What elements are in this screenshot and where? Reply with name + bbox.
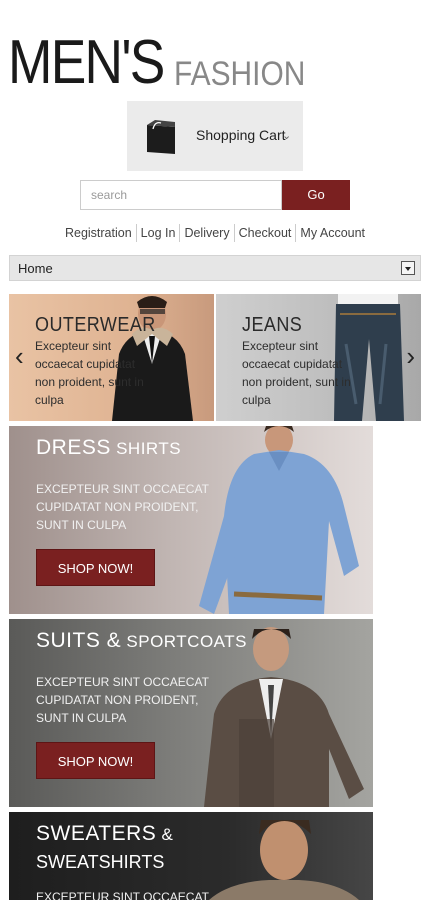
banner-text: Excepteur sint occaecat cupidatat non pr…: [36, 675, 209, 725]
login-link[interactable]: Log In: [135, 224, 180, 242]
banner-title-line2: SWEATSHIRTS: [36, 852, 165, 872]
search-go-button[interactable]: Go: [282, 180, 350, 210]
banner-title-main: SUITS &: [36, 629, 122, 652]
banner-title-sub: SHIRTS: [110, 439, 182, 458]
slide-jeans[interactable]: JEANS Excepteur sint occaecat cupidatat …: [216, 294, 421, 421]
shopping-bag-icon: [147, 120, 175, 154]
search-input[interactable]: [80, 180, 282, 210]
banner-title: SWEATERS &: [36, 822, 173, 846]
category-slider: OUTERWEAR Excepteur sint occaecat cupida…: [9, 294, 421, 421]
shop-now-button[interactable]: SHOP NOW!: [36, 742, 155, 779]
slide-outerwear[interactable]: OUTERWEAR Excepteur sint occaecat cupida…: [9, 294, 214, 421]
model-sweater-image: [209, 820, 359, 900]
banner-text: Excepteur sint occaecat cupidatat non pr…: [36, 482, 209, 532]
banner-title-sub: &: [156, 825, 174, 844]
chevron-right-icon[interactable]: ›: [406, 343, 415, 369]
banner-title: SUITS & SPORTCOATS: [36, 629, 247, 653]
banner-text: Excepteur sint occaecat: [36, 890, 209, 900]
registration-link[interactable]: Registration: [61, 224, 136, 242]
logo-sub-text: FASHION: [174, 55, 306, 93]
slide-text: Excepteur sint occaecat cupidatat non pr…: [242, 339, 351, 407]
navigation-select[interactable]: Home: [9, 255, 421, 281]
banner-title: DRESS SHIRTS: [36, 436, 181, 460]
site-logo[interactable]: MEN'S FASHION: [8, 28, 305, 97]
slide-title: OUTERWEAR: [35, 314, 156, 336]
delivery-link[interactable]: Delivery: [179, 224, 233, 242]
my-account-link[interactable]: My Account: [295, 224, 369, 242]
banner-dress-shirts[interactable]: DRESS SHIRTS Excepteur sint occaecat cup…: [9, 426, 373, 614]
shop-now-button[interactable]: SHOP NOW!: [36, 549, 155, 586]
banner-suits-sportcoats[interactable]: SUITS & SPORTCOATS Excepteur sint occaec…: [9, 619, 373, 807]
slide-title: JEANS: [242, 314, 303, 336]
checkout-link[interactable]: Checkout: [233, 224, 296, 242]
chevron-down-icon: ⌄: [282, 130, 292, 142]
cart-label: Shopping Cart: [196, 127, 286, 143]
slide-text: Excepteur sint occaecat cupidatat non pr…: [35, 339, 144, 407]
banner-title-main: DRESS: [36, 436, 111, 459]
navigation-select-value: Home: [18, 261, 53, 276]
banner-title-sub: SPORTCOATS: [121, 632, 247, 651]
banner-title-main: SWEATERS: [36, 822, 157, 845]
top-links-bar: Registration Log In Delivery Checkout My Acc…: [0, 224, 430, 242]
shopping-cart-button[interactable]: Shopping Cart ⌄: [127, 101, 303, 171]
chevron-left-icon[interactable]: ‹: [15, 343, 24, 369]
banner-sweaters-sweatshirts[interactable]: SWEATERS & SWEATSHIRTS Excepteur sint oc…: [9, 812, 373, 900]
dropdown-arrow-icon: [401, 261, 415, 275]
logo-main-text: MEN'S: [8, 28, 165, 97]
